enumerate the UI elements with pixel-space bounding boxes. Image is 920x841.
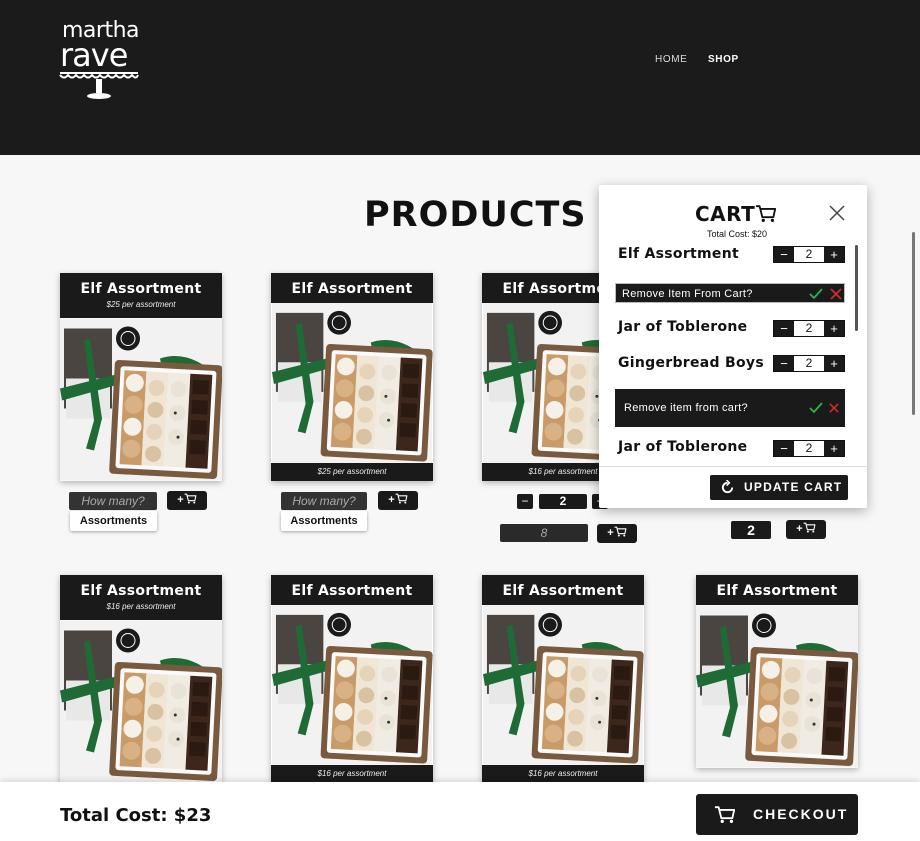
- remove-confirm-bar: Remove item from cart?: [615, 389, 845, 427]
- product-name: Elf Assortment: [80, 281, 202, 297]
- increment-button[interactable]: +: [824, 247, 844, 262]
- nav-shop[interactable]: SHOP: [708, 54, 739, 65]
- page-scrollbar[interactable]: [912, 232, 915, 415]
- page-title: PRODUCTS: [364, 195, 587, 235]
- cancel-icon[interactable]: [829, 403, 839, 413]
- cart-icon: [395, 493, 408, 504]
- update-cart-button[interactable]: UPDATE CART: [710, 475, 848, 500]
- product-card-header: Elf Assortment: [271, 575, 433, 605]
- cart-item-name: Elf Assortment: [618, 246, 739, 262]
- quantity-value[interactable]: 2: [539, 494, 587, 509]
- product-name: Elf Assortment: [716, 583, 838, 599]
- product-card[interactable]: Elf Assortment $16 per assortment: [60, 575, 222, 783]
- increment-button[interactable]: +: [824, 321, 844, 336]
- cart-item-name: Jar of Toblerone: [618, 319, 748, 335]
- product-name: Elf Assortment: [291, 583, 413, 599]
- add-to-cart-button[interactable]: +: [786, 520, 826, 539]
- product-card-header: Elf Assortment: [482, 575, 644, 605]
- decrement-button[interactable]: −: [774, 247, 794, 262]
- product-price: $16 per assortment: [482, 765, 644, 783]
- product-card-header: Elf Assortment $25 per assortment: [60, 273, 222, 318]
- add-to-cart-button[interactable]: +: [167, 491, 207, 510]
- add-to-cart-button[interactable]: +: [378, 491, 418, 510]
- site-header: martha rave HOME SHOP: [0, 0, 920, 155]
- close-icon[interactable]: [829, 205, 845, 221]
- checkout-button[interactable]: CHECKOUT: [696, 794, 858, 835]
- product-image: [482, 605, 644, 765]
- add-to-cart-button[interactable]: +: [597, 524, 637, 543]
- quantity-value[interactable]: 2: [794, 441, 824, 456]
- remove-prompt: Remove Item From Cart?: [622, 288, 753, 300]
- quantity-input[interactable]: How many?: [281, 492, 367, 510]
- remove-confirm-bar: Remove Item From Cart?: [615, 283, 845, 303]
- decrement-button[interactable]: −: [774, 441, 794, 456]
- check-icon[interactable]: [809, 402, 823, 414]
- quantity-input[interactable]: How many?: [69, 492, 157, 510]
- cart-title: CART: [695, 202, 756, 226]
- remove-prompt: Remove item from cart?: [624, 402, 748, 414]
- cart-icon: [755, 204, 777, 223]
- cart-icon: [184, 493, 197, 504]
- unit-dropdown[interactable]: Assortments: [281, 511, 367, 531]
- cart-icon: [803, 522, 816, 533]
- unit-dropdown[interactable]: Assortments: [70, 511, 157, 531]
- quantity-value[interactable]: 2: [794, 356, 824, 371]
- cart-item-name: Jar of Toblerone: [618, 439, 748, 455]
- quantity-stepper[interactable]: − 2 +: [773, 320, 845, 337]
- product-price: $16 per assortment: [106, 602, 176, 611]
- decrement-button[interactable]: −: [774, 356, 794, 371]
- quantity-value[interactable]: 2: [731, 521, 771, 539]
- footer-total: Total Cost: $23: [60, 805, 212, 826]
- quantity-input[interactable]: 8: [500, 524, 588, 542]
- cart-icon: [614, 526, 627, 537]
- cancel-icon[interactable]: [830, 288, 842, 300]
- product-image: [60, 318, 222, 481]
- cart-scrollbar[interactable]: [855, 245, 858, 331]
- cart-item-name: Gingerbread Boys: [618, 355, 764, 371]
- product-image: [271, 605, 433, 765]
- product-card-header: Elf Assortment $16 per assortment: [60, 575, 222, 620]
- quantity-value[interactable]: 2: [794, 321, 824, 336]
- product-card-header: Elf Assortment: [271, 273, 433, 303]
- product-price: $16 per assortment: [271, 765, 433, 783]
- product-image: [696, 605, 858, 768]
- decrement-button[interactable]: −: [774, 321, 794, 336]
- increment-button[interactable]: +: [824, 441, 844, 456]
- quantity-stepper[interactable]: − 2 +: [773, 440, 845, 457]
- quantity-value[interactable]: 2: [794, 247, 824, 262]
- quantity-stepper[interactable]: − 2 +: [773, 246, 845, 263]
- cart-divider: [599, 466, 867, 467]
- product-price: $25 per assortment: [271, 463, 433, 481]
- product-image: [271, 303, 433, 463]
- refresh-icon: [721, 480, 734, 494]
- decrement-button[interactable]: −: [517, 494, 533, 509]
- cart-panel: CART Total Cost: $20 Elf Assortment − 2 …: [599, 185, 867, 508]
- quantity-stepper[interactable]: − 2 +: [773, 355, 845, 372]
- product-name: Elf Assortment: [291, 281, 413, 297]
- cake-stand-icon: [59, 72, 139, 99]
- product-name: Elf Assortment: [502, 583, 624, 599]
- product-card[interactable]: Elf Assortment $16 per assortment: [482, 575, 644, 783]
- product-name: Elf Assortment: [80, 583, 202, 599]
- cart-total: Total Cost: $20: [706, 229, 768, 239]
- update-cart-label: UPDATE CART: [744, 480, 843, 494]
- site-logo[interactable]: martha rave: [58, 16, 142, 102]
- product-image: [60, 620, 222, 783]
- check-icon[interactable]: [809, 288, 823, 300]
- product-price: $25 per assortment: [106, 300, 176, 309]
- product-card-header: Elf Assortment: [696, 575, 858, 605]
- checkout-label: CHECKOUT: [753, 806, 849, 822]
- product-card[interactable]: Elf Assortment $25 per assortment: [60, 273, 222, 481]
- checkout-bar: Total Cost: $23 CHECKOUT: [0, 782, 920, 841]
- cart-icon: [714, 805, 736, 824]
- product-card[interactable]: Elf Assortment $25 per assortment: [271, 273, 433, 481]
- product-card[interactable]: Elf Assortment $16 per assortment: [271, 575, 433, 783]
- increment-button[interactable]: +: [824, 356, 844, 371]
- nav-home[interactable]: HOME: [655, 54, 687, 65]
- product-card[interactable]: Elf Assortment: [696, 575, 858, 768]
